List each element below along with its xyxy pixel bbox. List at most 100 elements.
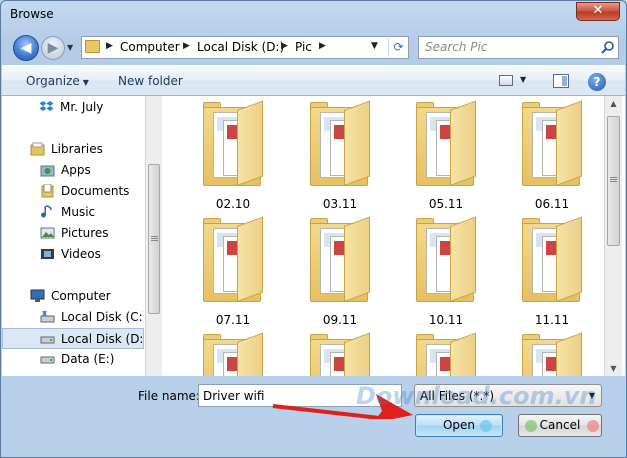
folder-label: 05.11 xyxy=(428,197,464,211)
address-dropdown-icon[interactable]: ▼ xyxy=(371,41,378,51)
folder-item[interactable]: 09.11 xyxy=(300,214,380,329)
drive-icon xyxy=(40,356,55,364)
sidebar-item-music[interactable]: Music xyxy=(2,202,144,223)
folder-item[interactable]: 07.11 xyxy=(193,214,273,329)
file-type-select[interactable]: All Files (*.*) ▼ xyxy=(414,384,602,407)
sidebar-item-label: Libraries xyxy=(51,142,103,156)
folder-front xyxy=(344,100,370,186)
back-arrow-icon: ◀ xyxy=(20,40,32,56)
command-bar: Organize ▼ New folder ▼ ? xyxy=(2,65,625,96)
cancel-label: Cancel xyxy=(539,418,581,432)
search-icon[interactable] xyxy=(600,40,616,56)
scrollbar-thumb[interactable] xyxy=(607,116,620,246)
sidebar-item-videos[interactable]: Videos xyxy=(2,244,144,265)
watermark-dot-icon xyxy=(480,420,492,432)
folder-icon xyxy=(85,40,100,53)
folder-label: 09.11 xyxy=(322,313,358,327)
grip-line xyxy=(151,236,158,237)
breadcrumb-pic[interactable]: Pic xyxy=(295,40,312,54)
title-bar[interactable]: Browse ✕ xyxy=(1,1,626,31)
folder-label: 03.11 xyxy=(322,197,358,211)
folder-front xyxy=(237,100,263,186)
sidebar-item-label: Pictures xyxy=(61,226,109,240)
folder-label: 11.11 xyxy=(534,313,570,327)
sidebar-item-data-e[interactable]: Data (E:) xyxy=(2,349,144,370)
sidebar-item-label: Computer xyxy=(51,289,111,303)
watermark-dot-icon xyxy=(525,420,537,432)
content-area: Mr. July Libraries Apps Documents Music … xyxy=(2,96,625,376)
navigation-pane-scrollbar[interactable] xyxy=(145,96,162,376)
new-folder-button[interactable]: New folder xyxy=(118,74,183,88)
window-title: Browse xyxy=(10,7,54,21)
file-type-value: All Files (*.*) xyxy=(420,389,495,403)
sidebar-item-apps[interactable]: Apps xyxy=(2,160,144,181)
sidebar-item-libraries[interactable]: Libraries xyxy=(2,139,144,160)
forward-button[interactable]: ▶ xyxy=(41,36,65,60)
folder-item[interactable] xyxy=(193,330,273,376)
sidebar-item-local-disk-c[interactable]: Local Disk (C:) xyxy=(2,307,144,328)
folder-item[interactable]: 06.11 xyxy=(512,98,592,213)
navigation-pane: Mr. July Libraries Apps Documents Music … xyxy=(2,96,144,376)
sidebar-item-mr-july[interactable]: Mr. July xyxy=(2,97,144,118)
folder-front xyxy=(344,216,370,302)
folder-front xyxy=(556,216,582,302)
folder-item[interactable]: 11.11 xyxy=(512,214,592,329)
cancel-button[interactable]: Cancel xyxy=(518,414,602,437)
recent-pages-dropdown-icon[interactable]: ▼ xyxy=(67,43,73,52)
sidebar-item-label: Local Disk (C:) xyxy=(61,310,144,324)
back-button[interactable]: ◀ xyxy=(13,35,39,61)
breadcrumb-separator-icon[interactable]: ▶ xyxy=(281,41,288,51)
grip-line xyxy=(610,181,617,182)
apps-icon xyxy=(40,165,55,177)
folder-label: 10.11 xyxy=(428,313,464,327)
breadcrumb-separator-icon[interactable]: ▶ xyxy=(106,41,113,51)
videos-icon xyxy=(41,249,54,259)
grip-line xyxy=(151,238,158,239)
folder-item[interactable] xyxy=(300,330,380,376)
sidebar-item-pictures[interactable]: Pictures xyxy=(2,223,144,244)
breadcrumb-local-disk-d[interactable]: Local Disk (D:) xyxy=(197,40,284,54)
dropbox-icon xyxy=(39,101,54,111)
search-placeholder: Search Pic xyxy=(425,40,488,54)
breadcrumb-computer[interactable]: Computer xyxy=(120,40,180,54)
breadcrumb-separator-icon[interactable]: ▶ xyxy=(183,41,190,51)
folder-item[interactable] xyxy=(512,330,592,376)
folder-front xyxy=(556,100,582,186)
drive-icon xyxy=(40,336,55,344)
preview-pane-icon[interactable] xyxy=(553,74,569,88)
sidebar-item-computer[interactable]: Computer xyxy=(2,286,144,307)
browse-dialog: Browse ✕ ◀ ▶ ▼ ▶ Computer ▶ Local Disk (… xyxy=(0,0,627,458)
libraries-icon xyxy=(30,142,45,156)
help-icon[interactable]: ? xyxy=(588,73,606,91)
folder-item[interactable]: 02.10 xyxy=(193,98,273,213)
organize-button[interactable]: Organize ▼ xyxy=(26,74,89,88)
folder-front xyxy=(237,216,263,302)
close-button[interactable]: ✕ xyxy=(576,2,620,21)
sidebar-item-local-disk-d[interactable]: Local Disk (D:) xyxy=(2,328,144,349)
watermark-dot-icon xyxy=(587,420,599,432)
folder-item[interactable] xyxy=(406,330,486,376)
address-bar[interactable]: ▶ Computer ▶ Local Disk (D:) ▶ Pic ▶ ▼ ⟳ xyxy=(81,36,409,59)
open-button[interactable]: Open xyxy=(415,414,503,437)
organize-label: Organize xyxy=(26,74,80,88)
scroll-up-icon[interactable]: ▲ xyxy=(605,99,622,108)
folder-item[interactable]: 05.11 xyxy=(406,98,486,213)
refresh-icon[interactable]: ⟳ xyxy=(388,38,408,57)
folder-item[interactable]: 10.11 xyxy=(406,214,486,329)
drive-icon xyxy=(40,310,55,323)
open-label: Open xyxy=(442,418,476,432)
folder-item[interactable]: 03.11 xyxy=(300,98,380,213)
file-list-scrollbar[interactable]: ▲ ▼ xyxy=(604,96,622,376)
change-view-icon[interactable] xyxy=(499,75,513,86)
scroll-down-icon[interactable]: ▼ xyxy=(605,364,622,373)
folder-front xyxy=(450,100,476,186)
red-arrow-annotation xyxy=(272,394,413,419)
sidebar-item-documents[interactable]: Documents xyxy=(2,181,144,202)
pictures-icon xyxy=(40,227,55,239)
search-input[interactable]: Search Pic xyxy=(418,36,619,59)
grip-line xyxy=(610,179,617,180)
scrollbar-thumb[interactable] xyxy=(148,164,160,314)
breadcrumb-separator-icon[interactable]: ▶ xyxy=(319,41,326,51)
file-list: 02.10 03.11 05.11 06.11 07.11 09.11 10.11 11.11 xyxy=(163,96,604,376)
view-options-dropdown-icon[interactable]: ▼ xyxy=(520,75,526,84)
